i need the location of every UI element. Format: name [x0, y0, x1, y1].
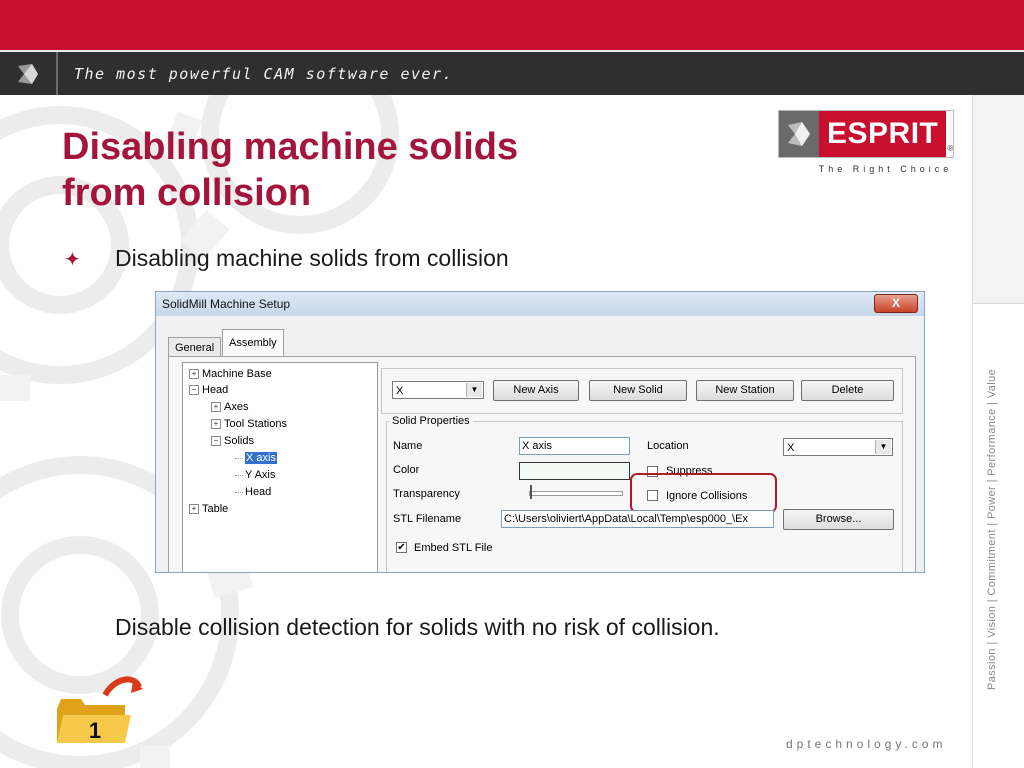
dialog-title: SolidMill Machine Setup — [162, 297, 291, 311]
logo-slogan: The Right Choice — [818, 164, 953, 174]
tree-connector — [235, 475, 243, 476]
tagline-bar: The most powerful CAM software ever. — [0, 50, 1024, 95]
transparency-slider-track[interactable] — [529, 491, 623, 496]
bullet-text: Disabling machine solids from collision — [115, 245, 509, 271]
embed-stl-checkbox[interactable]: ✔ — [396, 542, 407, 553]
top-red-bar — [0, 0, 1024, 50]
tree-item-solids[interactable]: − Solids — [211, 434, 254, 448]
logo-box: ESPRIT ® — [778, 110, 955, 158]
logo-brand-text: ESPRIT — [819, 111, 947, 157]
folder-number-icon: 1 — [55, 675, 145, 752]
dialog-titlebar[interactable]: SolidMill Machine Setup X — [156, 292, 924, 316]
transparency-slider-thumb[interactable] — [530, 485, 532, 499]
tree-item-label: X axis — [245, 452, 277, 464]
name-field[interactable]: X axis — [519, 437, 630, 455]
tree-item-label: Head — [202, 384, 229, 396]
folder-number: 1 — [89, 718, 101, 743]
expand-plus-icon[interactable]: + — [211, 419, 221, 430]
esprit-icon — [779, 111, 819, 157]
location-select[interactable]: X ▼ — [783, 438, 893, 456]
expand-plus-icon[interactable]: + — [189, 504, 199, 515]
close-button[interactable]: X — [874, 294, 918, 313]
slide-caption: Disable collision detection for solids w… — [115, 614, 720, 640]
collapse-minus-icon[interactable]: − — [189, 385, 199, 396]
slide-title-line2: from collision — [62, 172, 312, 214]
tree-item-label: Y Axis — [245, 469, 276, 481]
slide-title-line1: Disabling machine solids — [62, 126, 519, 168]
new-solid-button[interactable]: New Solid — [589, 380, 687, 401]
color-swatch[interactable] — [519, 462, 630, 480]
tree-item-machine-base[interactable]: + Machine Base — [189, 367, 272, 381]
tree-item-head-solid[interactable]: Head — [245, 485, 271, 499]
tree-item-axes[interactable]: + Axes — [211, 400, 248, 414]
tree-connector — [235, 458, 243, 459]
tree-item-table[interactable]: + Table — [189, 502, 228, 516]
machine-setup-dialog: SolidMill Machine Setup X General Assemb… — [155, 291, 925, 573]
footer-url: dptechnology.com — [786, 737, 947, 751]
chevron-down-icon[interactable]: ▼ — [875, 440, 891, 454]
color-label: Color — [393, 464, 420, 476]
browse-button[interactable]: Browse... — [783, 509, 894, 530]
new-axis-button[interactable]: New Axis — [493, 380, 579, 401]
tab-assembly[interactable]: Assembly — [222, 329, 284, 358]
tree-item-label: Table — [202, 503, 229, 515]
slide-title: Disabling machine solids from collision — [62, 124, 662, 216]
name-label: Name — [393, 440, 423, 452]
stl-filename-label: STL Filename — [393, 513, 462, 525]
stl-filename-field[interactable]: C:\Users\oliviert\AppData\Local\Temp\esp… — [501, 510, 774, 528]
tree-item-label: Tool Stations — [224, 418, 287, 430]
ignore-collisions-highlight — [630, 473, 777, 513]
bullet-star-icon: ✦ — [64, 249, 81, 271]
collapse-minus-icon[interactable]: − — [211, 436, 221, 447]
right-side-panel — [972, 95, 1024, 768]
solid-select-value: X — [396, 385, 404, 397]
tree-item-label: Machine Base — [202, 368, 272, 380]
esprit-logo: ESPRIT ® The Right Choice — [778, 110, 955, 174]
tree-item-y-axis[interactable]: Y Axis — [245, 468, 275, 482]
new-station-button[interactable]: New Station — [696, 380, 794, 401]
chevron-down-icon[interactable]: ▼ — [466, 383, 482, 397]
folder-graphic: 1 — [57, 676, 143, 743]
tree-item-label: Solids — [224, 435, 254, 447]
tagline-text: The most powerful CAM software ever. — [74, 65, 454, 83]
tree-item-head[interactable]: − Head — [189, 383, 228, 397]
tree-item-x-axis[interactable]: X axis — [245, 451, 277, 465]
tree-item-label: Axes — [224, 401, 249, 413]
expand-plus-icon[interactable]: + — [211, 402, 221, 413]
location-label: Location — [647, 440, 689, 452]
tree-connector — [235, 492, 243, 493]
embed-stl-label: Embed STL File — [414, 542, 493, 554]
registered-mark: ® — [947, 144, 954, 153]
assembly-tree[interactable]: + Machine Base − Head + Axes + Tool Stations… — [182, 362, 378, 572]
esprit-small-icon — [18, 64, 38, 84]
tagline-separator — [56, 52, 58, 95]
tree-item-tool-stations[interactable]: + Tool Stations — [211, 417, 287, 431]
expand-plus-icon[interactable]: + — [189, 369, 199, 380]
tree-item-label: Head — [245, 486, 272, 498]
tab-general[interactable]: General — [168, 337, 222, 358]
delete-button[interactable]: Delete — [801, 380, 894, 401]
values-vertical-text: Passion | Vision | Commitment | Power | … — [986, 368, 998, 690]
location-select-value: X — [787, 442, 795, 454]
solid-select[interactable]: X ▼ — [392, 381, 484, 399]
solid-properties-label: Solid Properties — [389, 415, 473, 427]
transparency-label: Transparency — [393, 488, 460, 500]
right-panel-top-block — [973, 95, 1024, 304]
